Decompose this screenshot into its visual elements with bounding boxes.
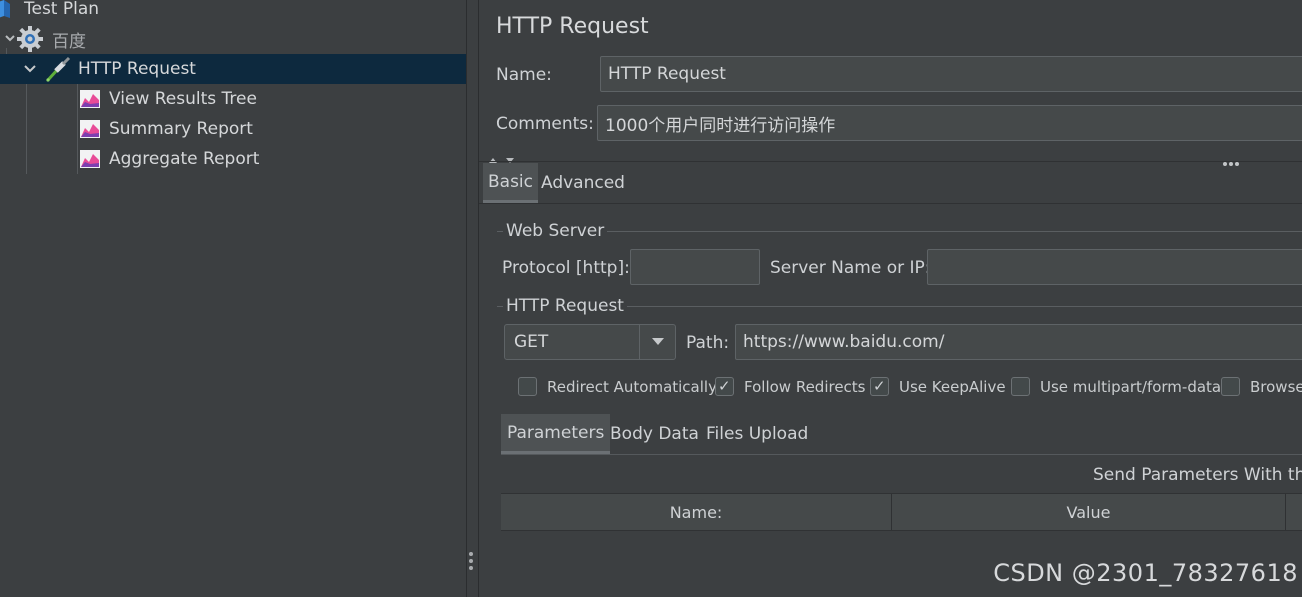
http-request-group-title: HTTP Request [503, 296, 627, 316]
tree-item-label: Aggregate Report [109, 149, 260, 169]
column-header-value[interactable]: Value [892, 494, 1286, 530]
send-params-label: Send Parameters With the [1093, 465, 1302, 485]
chevron-down-icon[interactable] [639, 325, 675, 359]
checkmark-icon: ✓ [718, 377, 731, 395]
tree-item-label: Test Plan [24, 0, 100, 19]
watermark: CSDN @2301_78327618 [993, 559, 1298, 587]
divider [479, 161, 1302, 162]
collapse-arrow-icon[interactable] [20, 58, 36, 80]
name-field[interactable]: HTTP Request [600, 56, 1302, 92]
checkbox-box[interactable] [1011, 377, 1030, 396]
checkbox-label: Use multipart/form-data [1040, 377, 1222, 396]
page-title: HTTP Request [496, 14, 649, 39]
tree-item-test-plan[interactable]: Test Plan [0, 0, 99, 24]
listener-chart-icon [79, 88, 101, 110]
tree-item-view-results-tree[interactable]: View Results Tree [79, 84, 257, 114]
comments-field[interactable]: 1000个用户同时进行访问操作 [597, 105, 1302, 141]
tab-basic[interactable]: Basic [483, 163, 539, 203]
collapse-arrow-icon[interactable] [0, 28, 15, 50]
test-plan-icon [0, 0, 16, 20]
listener-chart-icon [79, 148, 101, 170]
checkbox-label: Redirect Automatically [547, 377, 717, 396]
splitter-handle[interactable] [469, 552, 475, 574]
divider [501, 454, 1302, 455]
tree-item-summary-report[interactable]: Summary Report [79, 114, 253, 144]
protocol-field[interactable] [630, 249, 760, 285]
web-server-group-title: Web Server [503, 221, 608, 241]
redirect-automatically-checkbox[interactable]: Redirect Automatically [518, 377, 717, 396]
tree-item-label: Summary Report [109, 119, 253, 139]
checkbox-label: Use KeepAlive [899, 377, 1006, 396]
group-border [497, 231, 1302, 232]
checkbox-label: Browser [1250, 377, 1302, 396]
divider [479, 203, 1302, 204]
browser-compatible-checkbox[interactable]: Browser [1221, 377, 1302, 396]
path-field[interactable]: https://www.baidu.com/ [735, 324, 1302, 360]
parameters-table-header: Name: Value [501, 493, 1302, 531]
tree-guide-line [77, 84, 78, 174]
tree-item-label: HTTP Request [78, 59, 196, 79]
tree-guide-line [26, 84, 27, 174]
checkmark-icon: ✓ [873, 377, 886, 395]
checkbox-label: Follow Redirects [744, 377, 866, 396]
checkbox-box[interactable] [1221, 377, 1240, 396]
server-name-field[interactable] [927, 249, 1302, 285]
comments-label: Comments: [496, 114, 594, 134]
tree-item-http-request[interactable]: HTTP Request [0, 54, 466, 84]
method-select[interactable]: GET [504, 324, 676, 360]
tab-body-data[interactable]: Body Data [605, 414, 704, 454]
tab-advanced[interactable]: Advanced [536, 163, 630, 203]
use-keepalive-checkbox[interactable]: ✓ Use KeepAlive [870, 377, 1006, 396]
listener-chart-icon [79, 118, 101, 140]
use-multipart-checkbox[interactable]: Use multipart/form-data [1011, 377, 1221, 396]
checkbox-box[interactable] [518, 377, 537, 396]
tree-item-label: View Results Tree [109, 89, 257, 109]
protocol-label: Protocol [http]: [502, 258, 630, 278]
pipette-sampler-icon [44, 55, 72, 83]
tree-item-thread-group[interactable]: 百度 [0, 24, 86, 54]
server-name-label: Server Name or IP: [770, 258, 931, 278]
tree-item-label: 百度 [52, 31, 86, 52]
test-plan-tree: Test Plan 百度 HTTP Request View Results T… [0, 0, 466, 597]
tab-parameters[interactable]: Parameters [501, 414, 611, 454]
tree-item-aggregate-report[interactable]: Aggregate Report [79, 144, 259, 174]
panel-divider [466, 0, 467, 597]
path-label: Path: [686, 333, 730, 353]
name-label: Name: [496, 65, 552, 85]
checkbox-box[interactable]: ✓ [715, 377, 734, 396]
method-value: GET [514, 332, 549, 352]
checkbox-box[interactable]: ✓ [870, 377, 889, 396]
follow-redirects-checkbox[interactable]: ✓ Follow Redirects [715, 377, 866, 396]
column-header-name[interactable]: Name: [501, 494, 892, 530]
tab-files-upload[interactable]: Files Upload [701, 414, 813, 454]
http-request-panel: HTTP Request Name: HTTP Request Comments… [479, 0, 1302, 597]
gear-icon [16, 25, 44, 53]
